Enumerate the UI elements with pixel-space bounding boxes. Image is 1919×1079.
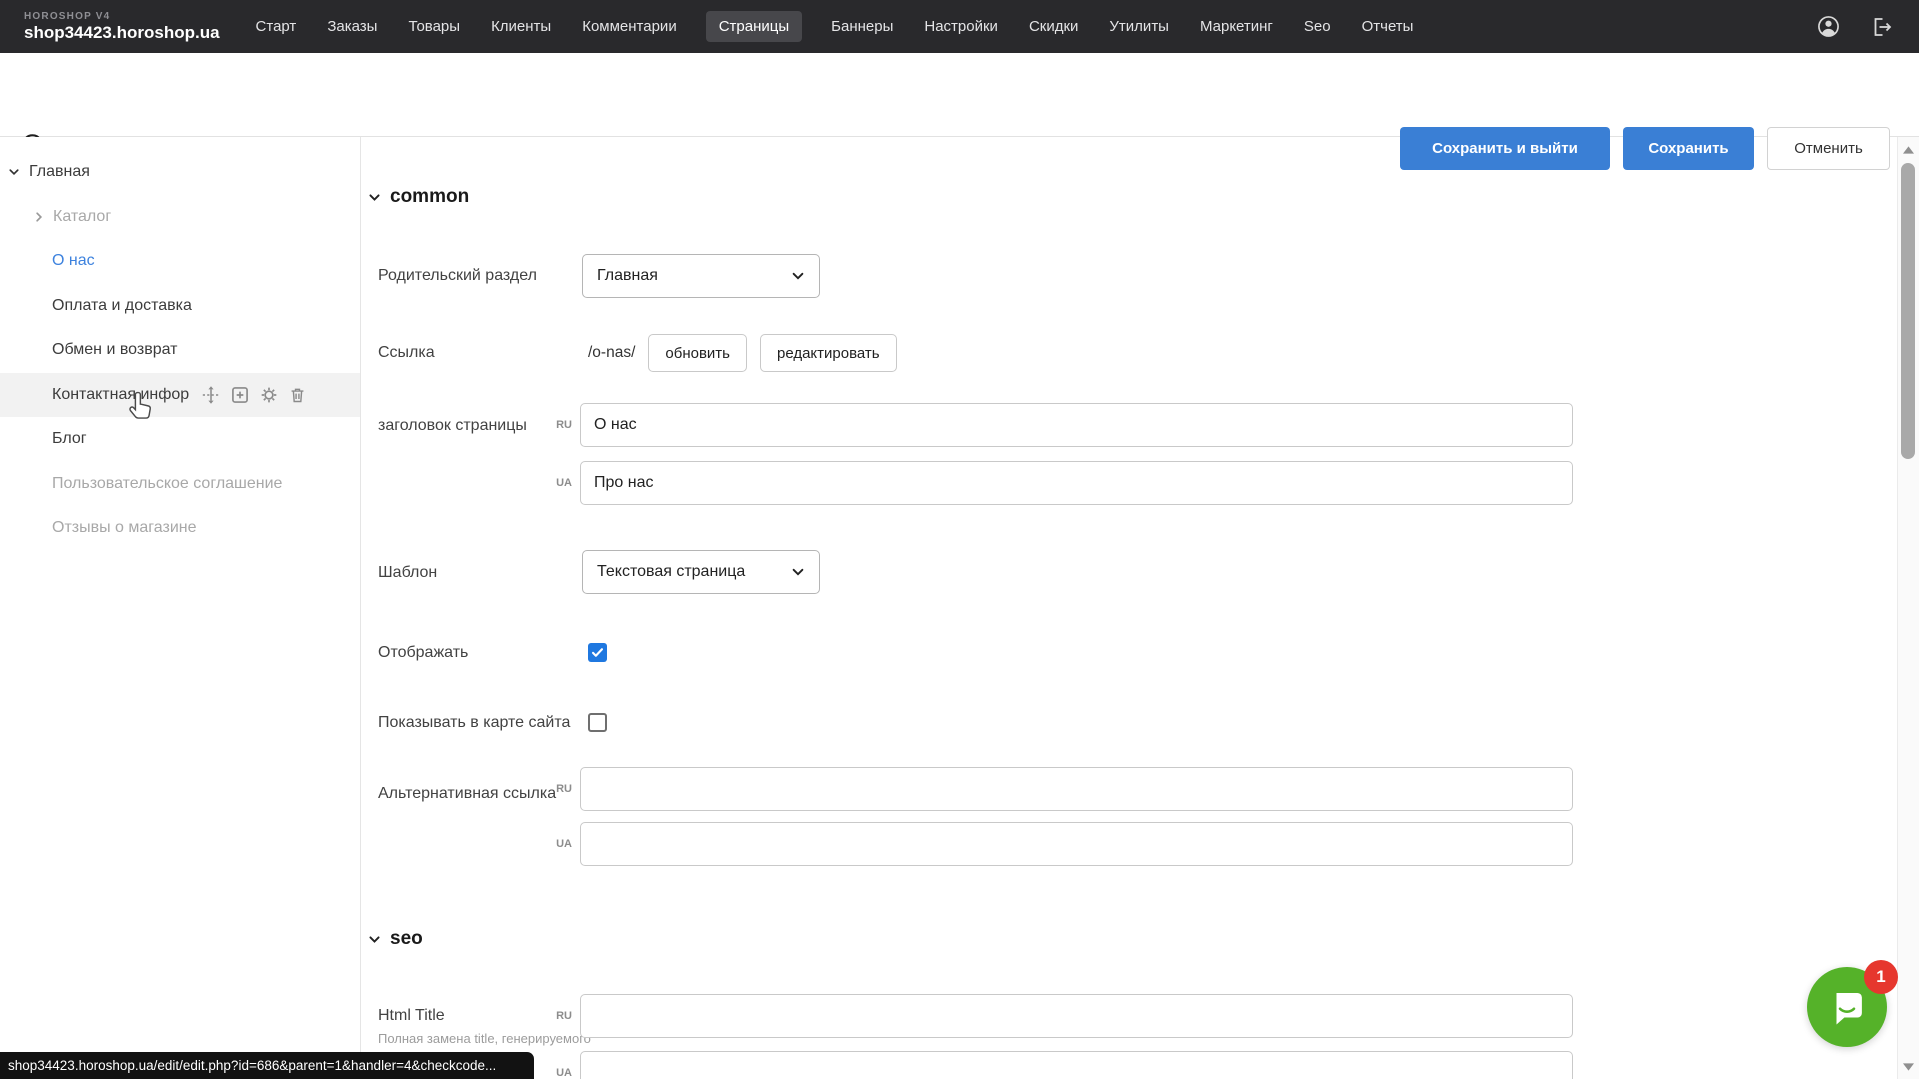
- sitemap-checkbox[interactable]: [588, 713, 607, 732]
- scroll-down-arrow-icon[interactable]: [1898, 1063, 1919, 1071]
- ru-lang-badge: RU: [546, 783, 572, 795]
- link-update-button[interactable]: обновить: [648, 334, 747, 372]
- alt-link-label: Альтернативная ссылка: [378, 783, 556, 805]
- html-title-ua-input[interactable]: [580, 1051, 1573, 1079]
- alt-link-ua-input[interactable]: [580, 822, 1573, 866]
- section-seo-header[interactable]: seo: [368, 928, 423, 950]
- ua-lang-badge: UA: [546, 1067, 572, 1079]
- page-title-ua-input[interactable]: [580, 461, 1573, 505]
- checkmark-icon: [591, 646, 604, 659]
- chat-bubble-icon: [1826, 986, 1868, 1028]
- parent-section-select[interactable]: Главная: [582, 254, 820, 298]
- chevron-down-icon: [791, 269, 805, 283]
- link-path-value: /o-nas/: [588, 344, 635, 362]
- page-edit-form: common Родительский раздел Главная Ссылк…: [0, 0, 1919, 1079]
- page-title-ru-input[interactable]: [580, 403, 1573, 447]
- vertical-scrollbar[interactable]: [1897, 137, 1919, 1079]
- parent-section-label: Родительский раздел: [378, 265, 537, 287]
- browser-link-preview: shop34423.horoshop.ua/edit/edit.php?id=6…: [0, 1052, 534, 1079]
- ua-lang-badge: UA: [546, 838, 572, 850]
- alt-link-ru-input[interactable]: [580, 767, 1573, 811]
- page-title-label: заголовок страницы: [378, 415, 527, 437]
- chevron-down-icon: [368, 933, 381, 946]
- template-label: Шаблон: [378, 562, 437, 584]
- section-common-header[interactable]: common: [368, 186, 469, 208]
- html-title-label: Html Title: [378, 1005, 445, 1027]
- sitemap-label: Показывать в карте сайта: [378, 712, 570, 734]
- html-title-ru-input[interactable]: [580, 994, 1573, 1038]
- chat-notification-badge: 1: [1864, 960, 1898, 994]
- chevron-down-icon: [368, 191, 381, 204]
- display-label: Отображать: [378, 642, 468, 664]
- ru-lang-badge: RU: [546, 419, 572, 431]
- chevron-down-icon: [791, 565, 805, 579]
- ru-lang-badge: RU: [546, 1010, 572, 1022]
- template-select[interactable]: Текстовая страница: [582, 550, 820, 594]
- scroll-up-arrow-icon[interactable]: [1898, 146, 1919, 154]
- link-label: Ссылка: [378, 342, 435, 364]
- display-checkbox[interactable]: [588, 643, 607, 662]
- scrollbar-thumb[interactable]: [1901, 163, 1915, 459]
- ua-lang-badge: UA: [546, 477, 572, 489]
- link-edit-button[interactable]: редактировать: [760, 334, 897, 372]
